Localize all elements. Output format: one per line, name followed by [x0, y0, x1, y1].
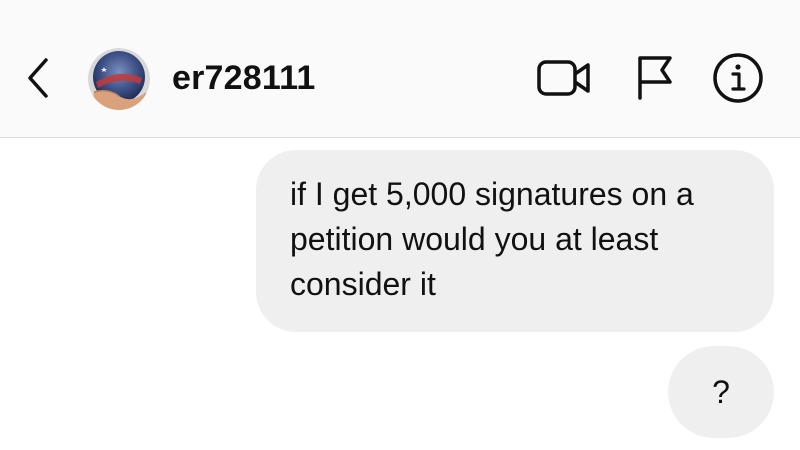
avatar[interactable] — [88, 48, 150, 110]
chat-header: er728111 — [0, 0, 800, 138]
message-thread[interactable]: if I get 5,000 signatures on a petition … — [0, 138, 800, 450]
message-bubble[interactable]: ? — [668, 346, 774, 438]
info-button[interactable] — [710, 52, 766, 104]
back-button[interactable] — [18, 52, 58, 104]
username[interactable]: er728111 — [172, 56, 315, 100]
avatar-image — [88, 48, 150, 110]
chevron-left-icon — [28, 58, 48, 98]
video-camera-icon — [537, 60, 590, 96]
flag-icon — [638, 56, 672, 100]
info-icon — [713, 53, 763, 103]
report-button[interactable] — [626, 52, 682, 104]
message-bubble[interactable]: if I get 5,000 signatures on a petition … — [256, 150, 774, 332]
video-call-button[interactable] — [536, 52, 592, 104]
direct-message-screen: er728111 if I get 5,000 signatures on a … — [0, 0, 800, 450]
